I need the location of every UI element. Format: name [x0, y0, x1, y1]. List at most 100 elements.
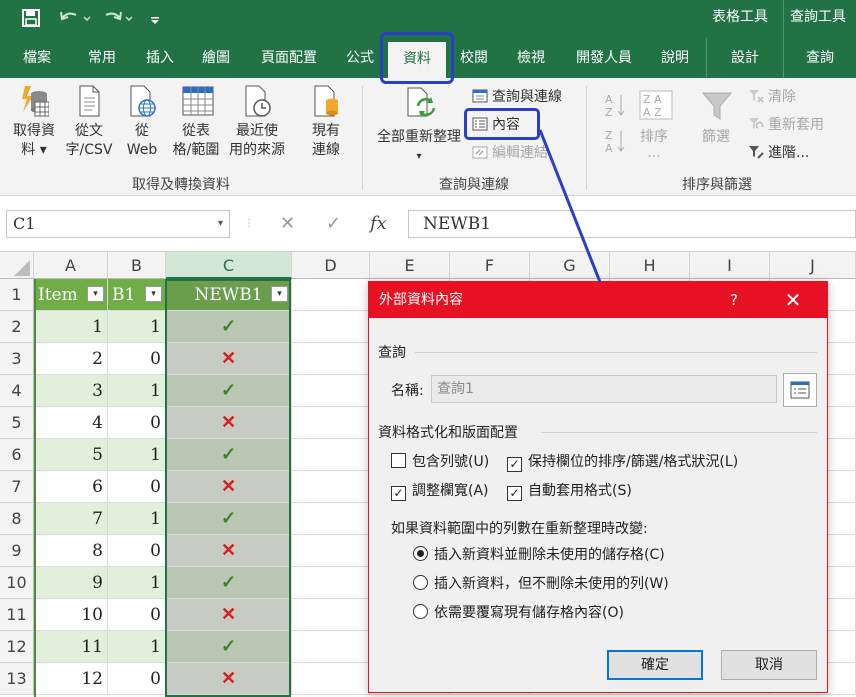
row-header-7[interactable]: 7: [0, 471, 34, 503]
auto-format-checkbox[interactable]: ✓ 自動套用格式(S): [507, 481, 632, 501]
tab-view[interactable]: 檢視: [508, 38, 554, 78]
empty-cell[interactable]: [292, 471, 370, 503]
tab-file[interactable]: 檔案: [8, 38, 66, 78]
enter-icon[interactable]: ✓: [326, 210, 341, 238]
check-mark-icon[interactable]: ✓: [166, 503, 292, 535]
row-header-8[interactable]: 8: [0, 503, 34, 535]
row-header-3[interactable]: 3: [0, 343, 34, 375]
tab-query[interactable]: 查詢: [783, 38, 856, 78]
item-cell[interactable]: 5: [34, 439, 108, 471]
column-header-h[interactable]: H: [610, 252, 690, 279]
column-header-f[interactable]: F: [450, 252, 530, 279]
column-header-b[interactable]: B: [108, 252, 166, 279]
item-cell[interactable]: 11: [34, 631, 108, 663]
insert-keep-radio[interactable]: 插入新資料，但不刪除未使用的列(W): [413, 574, 669, 594]
get-data-button[interactable]: 取得資 料 ▾: [4, 84, 64, 160]
tab-formulas[interactable]: 公式: [336, 38, 384, 78]
recent-sources-button[interactable]: 最近使 用的來源: [224, 84, 290, 160]
b1-cell[interactable]: 0: [108, 535, 166, 567]
header-b1-cell[interactable]: B1 ▾: [108, 279, 166, 311]
column-header-d[interactable]: D: [292, 252, 370, 279]
item-cell[interactable]: 9: [34, 567, 108, 599]
b1-cell[interactable]: 1: [108, 631, 166, 663]
check-mark-icon[interactable]: ✓: [166, 631, 292, 663]
name-box-dropdown-icon[interactable]: ▾: [218, 211, 223, 237]
column-header-j[interactable]: J: [770, 252, 856, 279]
row-header-2[interactable]: 2: [0, 311, 34, 343]
tab-help[interactable]: 說明: [652, 38, 698, 78]
cancel-button[interactable]: 取消: [721, 650, 817, 680]
cross-mark-icon[interactable]: ✕: [166, 471, 292, 503]
empty-cell[interactable]: [292, 631, 370, 663]
tab-insert[interactable]: 插入: [134, 38, 186, 78]
from-table-range-button[interactable]: 從表 格/範圍: [166, 84, 226, 160]
row-header-5[interactable]: 5: [0, 407, 34, 439]
tab-review[interactable]: 校閱: [452, 38, 496, 78]
overwrite-radio[interactable]: 依需要覆寫現有儲存格內容(O): [413, 603, 624, 623]
cross-mark-icon[interactable]: ✕: [166, 535, 292, 567]
undo-icon[interactable]: [58, 9, 92, 31]
include-row-numbers-checkbox[interactable]: 包含列號(U): [391, 452, 489, 472]
save-icon[interactable]: [22, 9, 40, 31]
row-header-1[interactable]: 1: [0, 279, 34, 311]
tab-home[interactable]: 常用: [76, 38, 128, 78]
empty-cell[interactable]: [292, 535, 370, 567]
cross-mark-icon[interactable]: ✕: [166, 343, 292, 375]
refresh-all-button[interactable]: 全部重新整理 ▾: [372, 86, 466, 166]
empty-cell[interactable]: [292, 407, 370, 439]
sort-az-icon[interactable]: AZ: [604, 92, 626, 119]
column-header-i[interactable]: I: [690, 252, 770, 279]
b1-cell[interactable]: 0: [108, 599, 166, 631]
empty-cell[interactable]: [292, 439, 370, 471]
row-header-12[interactable]: 12: [0, 631, 34, 663]
row-header-11[interactable]: 11: [0, 599, 34, 631]
b1-cell[interactable]: 1: [108, 311, 166, 343]
item-cell[interactable]: 12: [34, 663, 108, 695]
sort-button[interactable]: Z AA Z 排序 ...: [634, 90, 674, 160]
column-header-g[interactable]: G: [530, 252, 610, 279]
column-header-a[interactable]: A: [34, 252, 108, 279]
sort-za-icon[interactable]: ZA: [604, 128, 626, 155]
cancel-icon[interactable]: ✕: [280, 210, 295, 238]
clear-filter-button[interactable]: 清除: [748, 86, 796, 108]
cross-mark-icon[interactable]: ✕: [166, 599, 292, 631]
check-mark-icon[interactable]: ✓: [166, 439, 292, 471]
queries-connections-button[interactable]: 查詢與連線: [472, 86, 562, 108]
header-item-cell[interactable]: Item ▾: [34, 279, 108, 311]
cross-mark-icon[interactable]: ✕: [166, 407, 292, 439]
filter-button[interactable]: 篩選: [696, 90, 736, 147]
b1-cell[interactable]: 1: [108, 375, 166, 407]
row-header-9[interactable]: 9: [0, 535, 34, 567]
query-properties-button[interactable]: [783, 373, 817, 407]
item-cell[interactable]: 6: [34, 471, 108, 503]
b1-cell[interactable]: 0: [108, 343, 166, 375]
filter-dropdown-icon[interactable]: ▾: [87, 286, 104, 302]
name-box[interactable]: C1 ▾: [6, 210, 230, 238]
row-header-6[interactable]: 6: [0, 439, 34, 471]
b1-cell[interactable]: 1: [108, 567, 166, 599]
insert-function-icon[interactable]: fx: [370, 210, 387, 238]
filter-dropdown-icon[interactable]: ▾: [271, 286, 288, 302]
empty-cell[interactable]: [292, 503, 370, 535]
item-cell[interactable]: 4: [34, 407, 108, 439]
item-cell[interactable]: 10: [34, 599, 108, 631]
tab-design[interactable]: 設計: [706, 38, 783, 78]
check-mark-icon[interactable]: ✓: [166, 311, 292, 343]
refresh-all-dropdown[interactable]: ▾: [372, 147, 466, 166]
tab-draw[interactable]: 繪圖: [190, 38, 242, 78]
formula-input[interactable]: NEWB1: [408, 210, 856, 238]
filter-dropdown-icon[interactable]: ▾: [145, 286, 162, 302]
b1-cell[interactable]: 1: [108, 439, 166, 471]
help-button[interactable]: ?: [719, 282, 749, 318]
customize-qat-icon[interactable]: [150, 9, 160, 31]
item-cell[interactable]: 8: [34, 535, 108, 567]
item-cell[interactable]: 3: [34, 375, 108, 407]
existing-connections-button[interactable]: 現有 連線: [302, 84, 350, 160]
b1-cell[interactable]: 0: [108, 471, 166, 503]
empty-cell[interactable]: [292, 599, 370, 631]
adjust-column-width-checkbox[interactable]: ✓ 調整欄寬(A): [391, 481, 489, 501]
redo-icon[interactable]: [102, 9, 136, 31]
item-cell[interactable]: 1: [34, 311, 108, 343]
empty-cell[interactable]: [292, 663, 370, 695]
row-header-10[interactable]: 10: [0, 567, 34, 599]
